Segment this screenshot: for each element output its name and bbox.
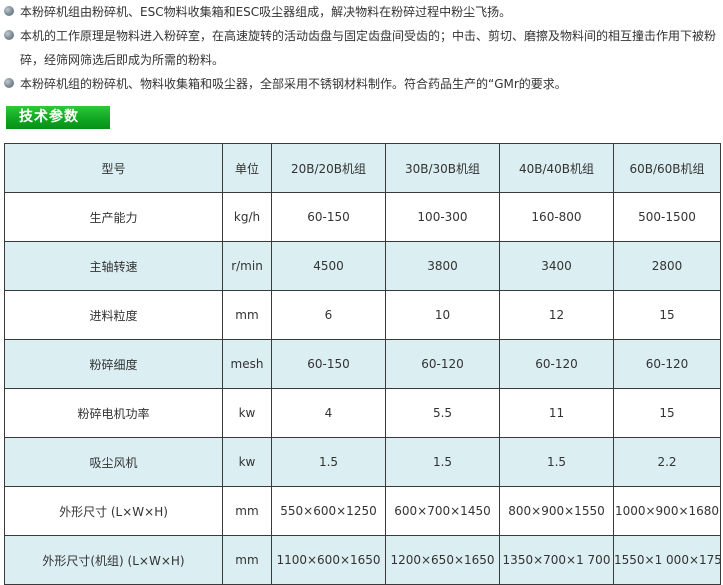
table-cell: 1100×600×1650: [271, 535, 386, 585]
row-label: 粉碎电机功率: [4, 388, 223, 438]
table-cell: 600×700×1450: [385, 486, 500, 536]
table-cell: 12: [499, 290, 614, 340]
row-label: 生产能力: [4, 192, 223, 242]
table-cell: 60-120: [385, 339, 500, 389]
table-cell: 15: [613, 388, 721, 438]
row-label: 外形尺寸 (L×W×H): [4, 486, 223, 536]
header-cell-unit: 单位: [222, 143, 272, 193]
bullet-icon: [4, 6, 14, 16]
table-row: 吸尘风机 kw 1.5 1.5 1.5 2.2: [4, 437, 721, 487]
header-cell-30b: 30B/30B机组: [385, 143, 500, 193]
intro-line-3: 本粉碎机组的粉碎机、物料收集箱和吸尘器，全部采用不锈钢材料制作。符合药品生产的“…: [20, 77, 567, 91]
row-unit: mm: [222, 535, 272, 585]
header-cell-20b: 20B/20B机组: [271, 143, 386, 193]
row-label: 进料粒度: [4, 290, 223, 340]
tech-params-table: 型号 单位 20B/20B机组 30B/30B机组 40B/40B机组 60B/…: [4, 143, 721, 585]
row-unit: mm: [222, 486, 272, 536]
table-cell: 6: [271, 290, 386, 340]
table-cell: 1200×650×1650: [385, 535, 500, 585]
table-row: 进料粒度 mm 6 10 12 15: [4, 290, 721, 340]
row-unit: kg/h: [222, 192, 272, 242]
table-row: 粉碎电机功率 kw 4 5.5 11 15: [4, 388, 721, 438]
table-cell: 1350×700×1 700: [499, 535, 614, 585]
row-unit: mesh: [222, 339, 272, 389]
table-row: 主轴转速 r/min 4500 3800 3400 2800: [4, 241, 721, 291]
table-cell: 11: [499, 388, 614, 438]
table-cell: 5.5: [385, 388, 500, 438]
row-unit: kw: [222, 388, 272, 438]
table-cell: 500-1500: [613, 192, 721, 242]
row-unit: mm: [222, 290, 272, 340]
table-cell: 550×600×1250: [271, 486, 386, 536]
intro-bullet-3: 本粉碎机组的粉碎机、物料收集箱和吸尘器，全部采用不锈钢材料制作。符合药品生产的“…: [4, 72, 720, 96]
table-cell: 60-150: [271, 192, 386, 242]
table-cell: 100-300: [385, 192, 500, 242]
table-cell: 1550×1 000×1750: [613, 535, 721, 585]
table-header-row: 型号 单位 20B/20B机组 30B/30B机组 40B/40B机组 60B/…: [4, 143, 721, 193]
intro-bullet-1: 本粉碎机组由粉碎机、ESC物料收集箱和ESC吸尘器组成，解决物料在粉碎过程中粉尘…: [4, 0, 720, 24]
section-title: 技术参数: [6, 106, 110, 129]
table-cell: 60-120: [499, 339, 614, 389]
table-row: 外形尺寸(机组) (L×W×H) mm 1100×600×1650 1200×6…: [4, 535, 721, 585]
table-cell: 3400: [499, 241, 614, 291]
table-cell: 2800: [613, 241, 721, 291]
table-cell: 1.5: [499, 437, 614, 487]
table-cell: 3800: [385, 241, 500, 291]
bullet-icon: [4, 78, 14, 88]
row-label: 外形尺寸(机组) (L×W×H): [4, 535, 223, 585]
table-cell: 60-120: [613, 339, 721, 389]
intro-text: 本粉碎机组由粉碎机、ESC物料收集箱和ESC吸尘器组成，解决物料在粉碎过程中粉尘…: [4, 0, 720, 96]
table-cell: 1000×900×1680: [613, 486, 721, 536]
table-cell: 15: [613, 290, 721, 340]
table-row: 生产能力 kg/h 60-150 100-300 160-800 500-150…: [4, 192, 721, 242]
intro-line-2: 本机的工作原理是物料进入粉碎室，在高速旋转的活动齿盘与固定齿盘间受齿的；中击、剪…: [20, 29, 717, 67]
row-unit: r/min: [222, 241, 272, 291]
table-cell: 2.2: [613, 437, 721, 487]
intro-bullet-2: 本机的工作原理是物料进入粉碎室，在高速旋转的活动齿盘与固定齿盘间受齿的；中击、剪…: [4, 24, 720, 72]
table-cell: 1.5: [271, 437, 386, 487]
row-label: 粉碎细度: [4, 339, 223, 389]
table-cell: 60-150: [271, 339, 386, 389]
row-label: 吸尘风机: [4, 437, 223, 487]
header-cell-60b: 60B/60B机组: [613, 143, 721, 193]
header-cell-model: 型号: [4, 143, 223, 193]
table-cell: 10: [385, 290, 500, 340]
table-row: 外形尺寸 (L×W×H) mm 550×600×1250 600×700×145…: [4, 486, 721, 536]
row-label: 主轴转速: [4, 241, 223, 291]
table-cell: 4: [271, 388, 386, 438]
table-cell: 160-800: [499, 192, 614, 242]
table-cell: 4500: [271, 241, 386, 291]
table-cell: 800×900×1550: [499, 486, 614, 536]
header-cell-40b: 40B/40B机组: [499, 143, 614, 193]
table-cell: 1.5: [385, 437, 500, 487]
table-row: 粉碎细度 mesh 60-150 60-120 60-120 60-120: [4, 339, 721, 389]
row-unit: kw: [222, 437, 272, 487]
bullet-icon: [4, 30, 14, 40]
intro-line-1: 本粉碎机组由粉碎机、ESC物料收集箱和ESC吸尘器组成，解决物料在粉碎过程中粉尘…: [20, 5, 512, 19]
